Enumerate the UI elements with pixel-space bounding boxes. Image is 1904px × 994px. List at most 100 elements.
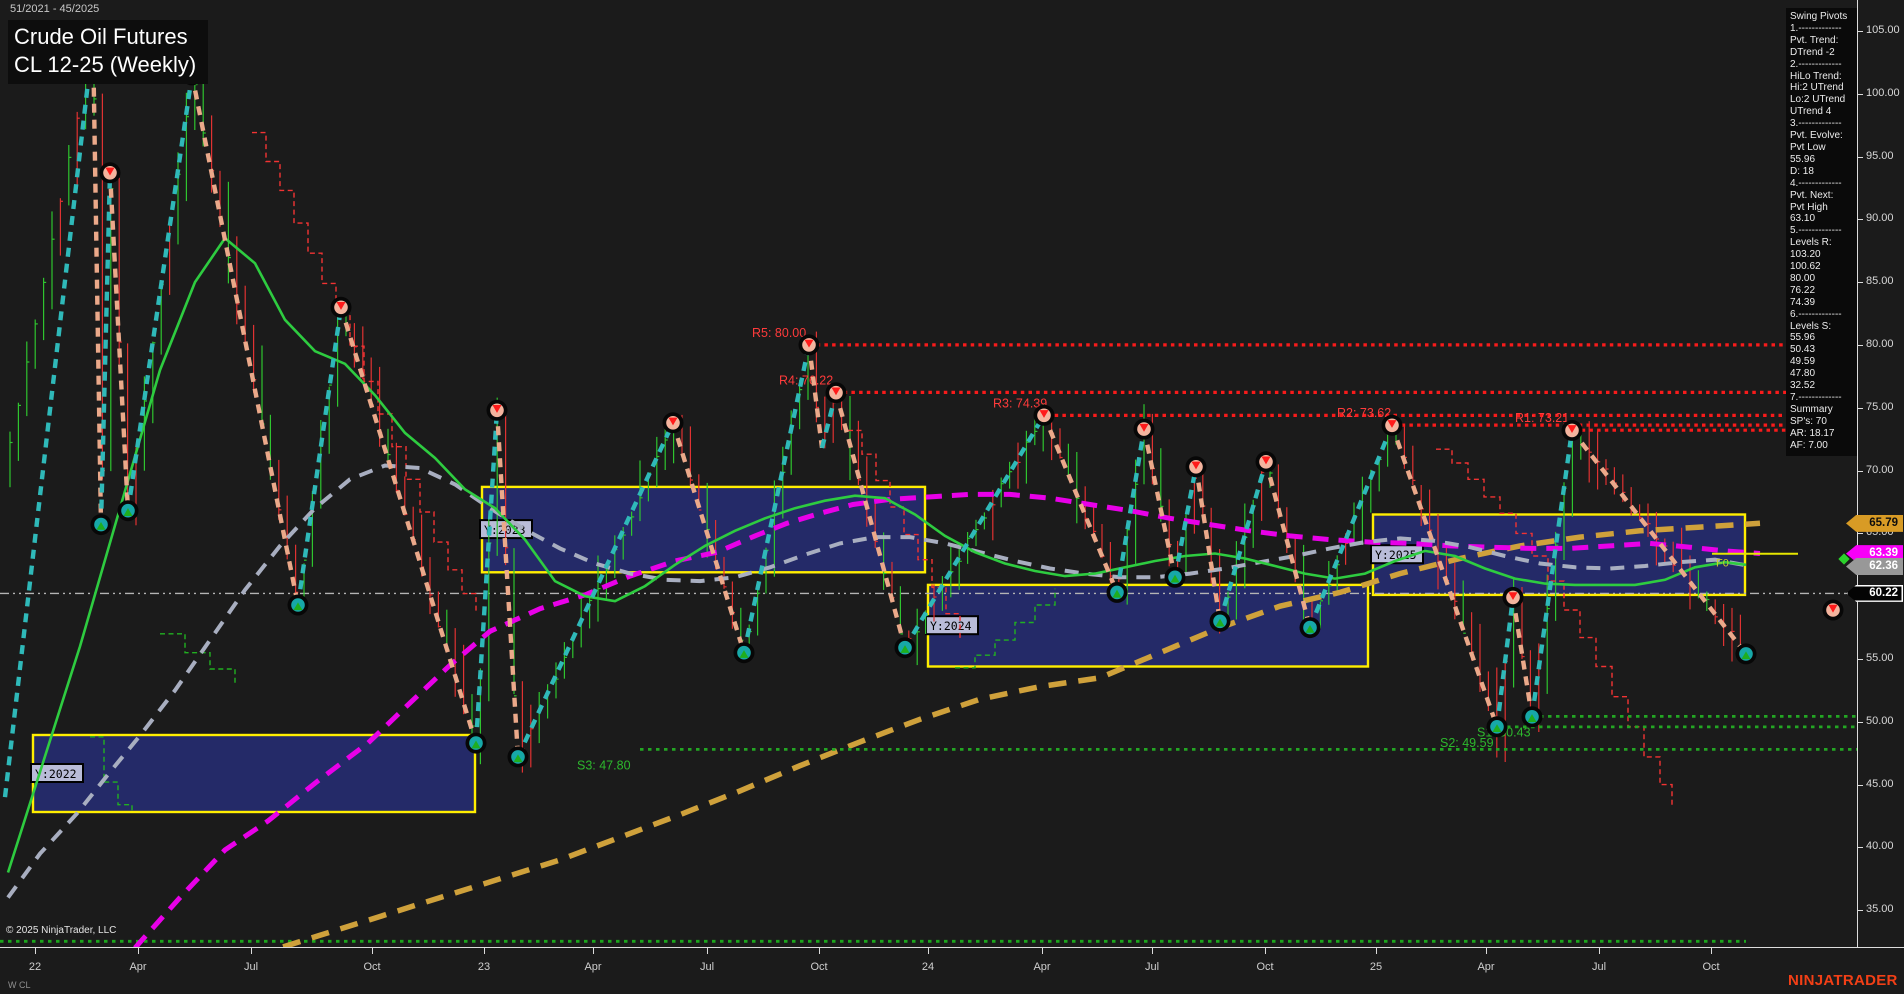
panel-line: Pvt. Trend: <box>1790 35 1860 47</box>
price-axis-label: 80.00 <box>1866 338 1894 350</box>
swing-pivot-marker-high <box>1562 420 1583 441</box>
price-axis-tick <box>1858 471 1863 472</box>
time-axis-tick <box>1152 948 1153 954</box>
panel-line: Lo:2 UTrend <box>1790 94 1860 106</box>
panel-line: UTrend 4 <box>1790 106 1860 118</box>
swing-pivots-indicator-panel: Swing Pivots1.-------------Pvt. Trend:DT… <box>1786 8 1863 456</box>
panel-line: Levels S: <box>1790 321 1860 333</box>
last-price-tag: 60.22 <box>1846 585 1903 602</box>
price-axis-tick <box>1858 157 1863 158</box>
panel-line: 7.------------- <box>1790 392 1860 404</box>
panel-line: Pvt. Next: <box>1790 190 1860 202</box>
time-axis-label: 23 <box>464 961 504 973</box>
swing-pivot-marker-low <box>1487 716 1508 737</box>
panel-line: 1.------------- <box>1790 23 1860 35</box>
time-axis-tick <box>251 948 252 954</box>
time-axis-label: Oct <box>1245 961 1285 973</box>
date-range-label: 51/2021 - 45/2025 <box>10 3 99 15</box>
panel-line: Swing Pivots <box>1790 11 1860 23</box>
swing-pivot-marker-high <box>1134 419 1155 440</box>
price-axis[interactable]: 105.00100.0095.0090.0085.0080.0075.0070.… <box>1857 0 1904 947</box>
year-box-label: Y:2024 <box>930 619 972 633</box>
resistance-label: R5: 80.00 <box>752 326 806 340</box>
panel-line: HiLo Trend: <box>1790 71 1860 83</box>
swing-pivot-marker-low <box>1736 643 1757 664</box>
panel-line: 32.52 <box>1790 380 1860 392</box>
zigzag-up-leg <box>476 410 497 743</box>
price-axis-label: 45.00 <box>1866 778 1894 790</box>
time-axis-label: Jul <box>231 961 271 973</box>
time-axis-tick <box>593 948 594 954</box>
price-axis-label: 100.00 <box>1866 87 1900 99</box>
panel-line: 47.80 <box>1790 368 1860 380</box>
time-axis-tick <box>928 948 929 954</box>
resistance-label: R1: 73.21 <box>1515 411 1569 425</box>
zigzag-down-leg <box>1044 415 1117 592</box>
swing-pivot-marker-low <box>288 595 309 616</box>
swing-pivot-marker-low <box>895 637 916 658</box>
support-label: S3: 47.80 <box>577 758 631 772</box>
price-axis-tick <box>1858 722 1863 723</box>
swing-pivot-marker-high <box>1823 600 1844 621</box>
price-axis-label: 95.00 <box>1866 150 1894 162</box>
swing-pivot-marker-low <box>1107 582 1128 603</box>
swing-pivot-marker-low <box>118 500 139 521</box>
price-axis-label: 90.00 <box>1866 212 1894 224</box>
trailing-stop-lines <box>90 133 1672 811</box>
time-axis-label: 25 <box>1356 961 1396 973</box>
panel-line: 3.------------- <box>1790 118 1860 130</box>
resistance-label: R4: 76.22 <box>779 373 833 387</box>
time-axis-label: Jul <box>687 961 727 973</box>
time-axis-tick <box>1042 948 1043 954</box>
panel-line: 2.------------- <box>1790 59 1860 71</box>
time-axis-tick <box>1486 948 1487 954</box>
panel-line: Hi:2 UTrend <box>1790 82 1860 94</box>
price-axis-label: 50.00 <box>1866 715 1894 727</box>
zigzag-down-leg <box>341 307 476 743</box>
price-chart-canvas[interactable]: Y:2022Y:2023Y:2024Y:2025R5: 80.00R4: 76.… <box>0 0 1857 947</box>
panel-line: 103.20 <box>1790 249 1860 261</box>
time-axis-label: Jul <box>1579 961 1619 973</box>
price-axis-label: 40.00 <box>1866 840 1894 852</box>
ninjatrader-logo: NINJATRADER <box>1788 972 1898 989</box>
instrument-label: W CL <box>8 980 31 990</box>
swing-pivot-marker-high <box>1503 587 1524 608</box>
panel-line: D: 18 <box>1790 166 1860 178</box>
swing-pivot-marker-low <box>1210 611 1231 632</box>
stop-line-resistance <box>252 133 476 612</box>
support-label: S2: 49.59 <box>1440 736 1494 750</box>
zigzag-down-leg <box>192 75 298 605</box>
panel-line: 80.00 <box>1790 273 1860 285</box>
panel-line: Pvt High <box>1790 202 1860 214</box>
price-axis-tick <box>1858 219 1863 220</box>
copyright-watermark: © 2025 NinjaTrader, LLC <box>6 925 116 936</box>
price-axis-tick <box>1858 910 1863 911</box>
swing-pivot-marker-low <box>1522 706 1543 727</box>
price-axis-label: 105.00 <box>1866 24 1900 36</box>
swing-pivot-marker-high <box>799 334 820 355</box>
panel-line: 76.22 <box>1790 285 1860 297</box>
chart-title-line2: CL 12-25 (Weekly) <box>14 51 196 79</box>
panel-line: AF: 7.00 <box>1790 440 1860 452</box>
time-axis-label: 24 <box>908 961 948 973</box>
price-axis-tick <box>1858 94 1863 95</box>
panel-line: 49.59 <box>1790 356 1860 368</box>
time-axis-label: Apr <box>1466 961 1506 973</box>
panel-line: 74.39 <box>1790 297 1860 309</box>
time-axis[interactable]: W CL NINJATRADER 22AprJulOct23AprJulOct2… <box>0 947 1904 994</box>
price-axis-label: 35.00 <box>1866 903 1894 915</box>
price-axis-tick <box>1858 408 1863 409</box>
time-axis-tick <box>138 948 139 954</box>
time-axis-label: Oct <box>799 961 839 973</box>
chart-title-box: Crude Oil Futures CL 12-25 (Weekly) <box>8 20 208 84</box>
time-axis-tick <box>1711 948 1712 954</box>
zigzag-up-leg <box>128 75 192 511</box>
panel-line: 55.96 <box>1790 332 1860 344</box>
ninjatrader-chart-window: Y:2022Y:2023Y:2024Y:2025R5: 80.00R4: 76.… <box>0 0 1904 994</box>
swing-pivot-marker-high <box>487 400 508 421</box>
swing-pivot-marker-low <box>508 746 529 767</box>
panel-line: Summary <box>1790 404 1860 416</box>
time-axis-tick <box>1376 948 1377 954</box>
zigzag-down-leg <box>497 410 518 757</box>
panel-line: AR: 18.17 <box>1790 428 1860 440</box>
